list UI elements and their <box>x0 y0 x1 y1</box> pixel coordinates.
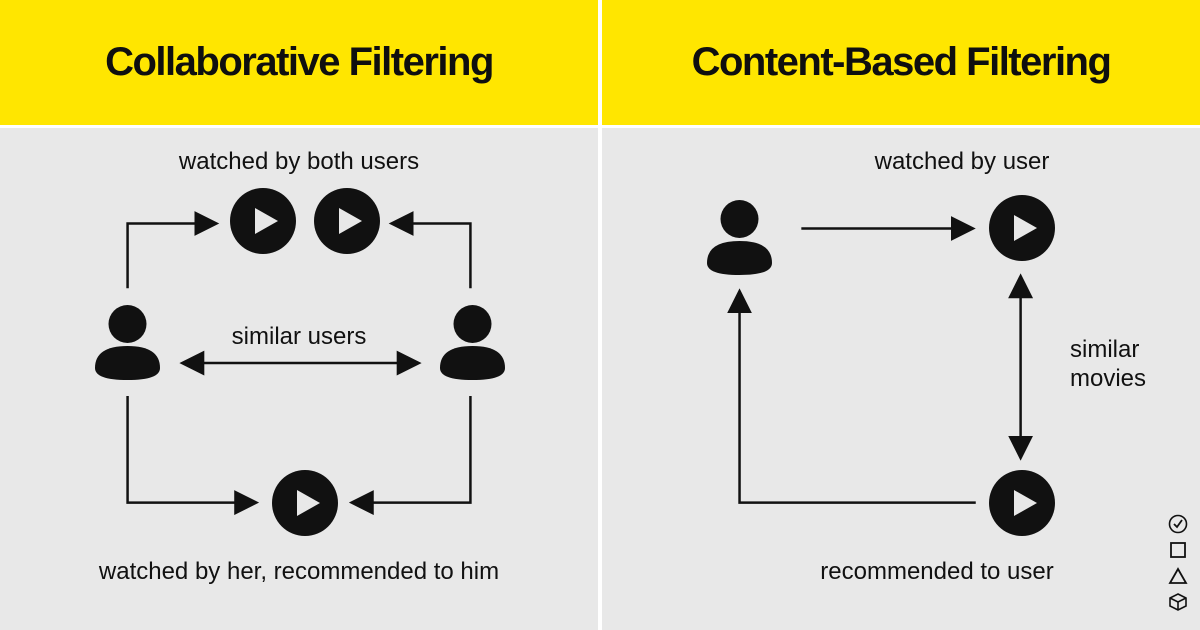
content-based-filtering-panel: Content-Based Filtering watched by user … <box>600 0 1200 630</box>
left-title: Collaborative Filtering <box>105 40 493 85</box>
right-title: Content-Based Filtering <box>692 40 1111 85</box>
label-recommended-user: recommended to user <box>820 558 1053 586</box>
play-icon <box>987 193 1057 268</box>
label-similar-users: similar users <box>232 323 367 351</box>
user-icon <box>85 298 170 388</box>
right-diagram: watched by user similar movies recommend… <box>602 128 1200 630</box>
left-diagram: watched by both users similar users watc… <box>0 128 598 630</box>
square-icon <box>1168 540 1188 560</box>
cube-icon <box>1168 592 1188 612</box>
play-icon <box>312 186 382 261</box>
label-watched-both: watched by both users <box>179 148 419 176</box>
collaborative-filtering-panel: Collaborative Filtering watched by both … <box>0 0 600 630</box>
play-icon <box>228 186 298 261</box>
triangle-icon <box>1168 566 1188 586</box>
right-header: Content-Based Filtering <box>602 0 1200 128</box>
user-icon <box>697 193 782 283</box>
user-icon <box>430 298 515 388</box>
left-header: Collaborative Filtering <box>0 0 598 128</box>
play-icon <box>987 468 1057 543</box>
check-icon <box>1168 514 1188 534</box>
label-watched-her: watched by her, recommended to him <box>99 558 499 586</box>
play-icon <box>270 468 340 543</box>
label-similar-movies: similar movies <box>1070 336 1160 394</box>
corner-badges <box>1168 514 1188 612</box>
label-watched-user: watched by user <box>875 148 1050 176</box>
